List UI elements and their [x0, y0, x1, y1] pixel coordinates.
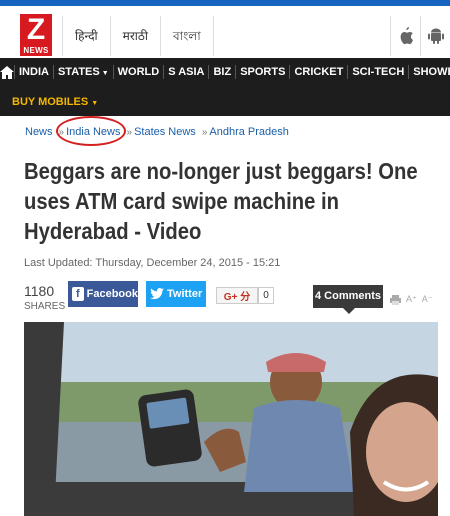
lang-marathi[interactable]: मराठी: [109, 16, 160, 56]
android-icon[interactable]: [420, 16, 450, 56]
nav-row: INDIA STATES ▼ WORLD S ASIA BIZ SPORTS CR…: [0, 58, 450, 86]
nav-item-india[interactable]: INDIA: [14, 65, 53, 79]
logo-letter: Z: [20, 14, 52, 46]
comments-button[interactable]: 4 Comments: [313, 285, 383, 314]
site-header: Z NEWS हिन्दी मराठी বাংলা: [0, 6, 450, 58]
chevron-down-icon: ▼: [101, 70, 109, 77]
logo-text: NEWS: [20, 46, 52, 56]
font-increase-icon[interactable]: A⁺: [406, 294, 417, 305]
breadcrumb-andhra-pradesh[interactable]: Andhra Pradesh: [209, 126, 289, 138]
facebook-share-button[interactable]: f Facebook: [68, 281, 138, 307]
font-decrease-icon[interactable]: A⁻: [422, 294, 433, 305]
main-nav: INDIA STATES ▼ WORLD S ASIA BIZ SPORTS CR…: [0, 58, 450, 116]
breadcrumb-separator: »: [201, 126, 208, 138]
google-plus-count: 0: [258, 287, 274, 304]
video-frame: [24, 322, 438, 516]
lang-hindi[interactable]: हिन्दी: [62, 16, 110, 56]
twitter-share-button[interactable]: Twitter: [146, 281, 206, 307]
apple-icon[interactable]: [390, 16, 420, 56]
article-tools: A⁺ A⁻: [390, 294, 433, 305]
last-updated: Last Updated: Thursday, December 24, 201…: [24, 257, 281, 269]
nav-item-cricket[interactable]: CRICKET: [289, 65, 347, 79]
nav-item-world[interactable]: WORLD: [112, 65, 164, 79]
red-highlight-circle: [56, 116, 126, 146]
breadcrumb-separator: »: [126, 126, 133, 138]
buy-mobiles-label: BUY MOBILES: [12, 96, 89, 108]
chevron-down-icon: ▼: [91, 100, 99, 107]
buy-mobiles-link[interactable]: BUY MOBILES ▼: [12, 92, 98, 110]
nav-item-states[interactable]: STATES ▼: [52, 65, 113, 79]
twitter-label: Twitter: [167, 288, 203, 300]
share-count: 1180 SHARES: [24, 283, 66, 312]
home-icon[interactable]: [0, 58, 14, 86]
nav-item-s-asia[interactable]: S ASIA: [163, 65, 208, 79]
nav-item-sports[interactable]: SPORTS: [235, 65, 289, 79]
breadcrumb-news[interactable]: News: [25, 126, 53, 138]
lang-bengali[interactable]: বাংলা: [159, 16, 214, 56]
facebook-icon: f: [72, 287, 84, 301]
share-count-value: 1180: [24, 283, 55, 299]
twitter-icon: [150, 288, 164, 300]
nav-item-biz[interactable]: BIZ: [208, 65, 235, 79]
app-links: [390, 16, 450, 56]
language-links: हिन्दी मराठी বাংলা: [62, 16, 214, 56]
breadcrumb-states-news[interactable]: States News: [134, 126, 196, 138]
share-count-label: SHARES: [24, 301, 66, 312]
facebook-label: Facebook: [86, 288, 138, 300]
google-plus-button[interactable]: G+ 分: [216, 287, 258, 304]
zee-news-logo[interactable]: Z NEWS: [20, 14, 52, 58]
nav-item-sci-tech[interactable]: SCI-TECH: [347, 65, 408, 79]
print-icon[interactable]: [390, 294, 401, 305]
article-video[interactable]: [24, 322, 438, 516]
nav-item-showbiz[interactable]: SHOWBIZ: [408, 65, 450, 79]
google-plus-label: G+ 分: [223, 292, 251, 303]
article-headline: Beggars are no-longer just beggars! One …: [24, 158, 418, 244]
